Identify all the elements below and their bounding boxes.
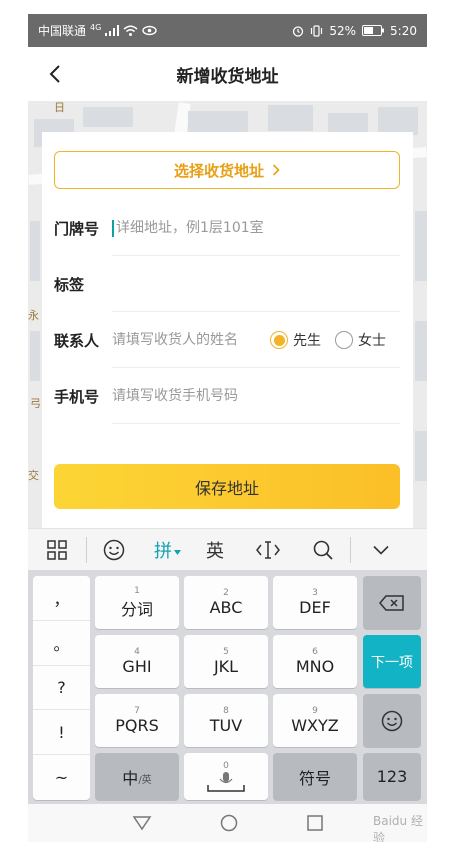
- punct-key[interactable]: 。: [33, 621, 90, 666]
- key-1[interactable]: 1 分词: [95, 576, 179, 629]
- alarm-icon: [293, 25, 304, 37]
- map-label: 弓: [30, 397, 41, 410]
- carrier-name: 中国联通: [38, 24, 87, 38]
- search-button[interactable]: [300, 529, 345, 571]
- gender-male-label: 先生: [293, 333, 321, 349]
- key-8[interactable]: 8 TUV: [184, 694, 268, 747]
- contact-row: 联系人 先生 女士: [54, 312, 400, 368]
- phone-screen: 中国联通 4G 52% 5:20 新增收货地址 日 永 弓 交 选择收货地址 门…: [28, 14, 427, 842]
- keyboard: ， 。 ? ! ~ 1 分词 2 ABC 3 DEF 4 GHI 5 JKL 6…: [28, 570, 427, 804]
- system-nav-bar: [28, 804, 427, 842]
- gender-female-label: 女士: [358, 333, 386, 349]
- numbers-key[interactable]: 123: [363, 753, 421, 800]
- phone-input[interactable]: [112, 388, 352, 404]
- key-4[interactable]: 4 GHI: [95, 635, 179, 688]
- watermark: Baidu 经验: [373, 814, 423, 842]
- page-title: 新增收货地址: [176, 66, 279, 87]
- key-7[interactable]: 7 PQRS: [95, 694, 179, 747]
- vibrate-icon: [311, 24, 323, 37]
- chevron-right-icon: [272, 164, 280, 176]
- emoji-key[interactable]: [363, 694, 421, 747]
- emoji-button[interactable]: [87, 529, 140, 571]
- lang-switch-sub: /英: [138, 775, 152, 786]
- punct-key[interactable]: ，: [33, 576, 90, 621]
- door-number-input[interactable]: [116, 220, 356, 236]
- key-2[interactable]: 2 ABC: [184, 576, 268, 629]
- gender-female-radio[interactable]: 女士: [335, 330, 386, 350]
- map-label: 永: [28, 309, 39, 322]
- punct-key[interactable]: !: [33, 710, 90, 756]
- tag-row: 标签: [54, 256, 400, 312]
- gender-male-radio[interactable]: 先生: [270, 330, 321, 350]
- pinyin-mode-button[interactable]: 拼: [140, 529, 195, 571]
- select-address-label: 选择收货地址: [173, 161, 264, 180]
- door-number-label: 门牌号: [54, 219, 100, 238]
- emoji-icon: [381, 710, 403, 731]
- eye-icon: [142, 25, 158, 36]
- title-bar: 新增收货地址: [28, 47, 427, 101]
- keyboard-toolbar: 拼 英: [28, 528, 427, 570]
- english-mode-button[interactable]: 英: [195, 529, 235, 571]
- chevron-down-icon: [373, 545, 389, 555]
- grid-icon: [47, 539, 67, 560]
- phone-label: 手机号: [54, 387, 100, 406]
- battery-icon: [362, 25, 385, 36]
- backspace-icon: [379, 594, 404, 611]
- network-type: 4G: [90, 23, 102, 32]
- pinyin-label: 拼: [154, 540, 172, 562]
- space-key[interactable]: 0: [184, 753, 268, 800]
- signal-icon: [105, 25, 120, 36]
- home-circle-icon[interactable]: [220, 814, 238, 832]
- symbols-key[interactable]: 符号: [273, 753, 357, 800]
- search-icon: [313, 540, 333, 560]
- recents-square-icon[interactable]: [307, 815, 323, 831]
- save-address-button[interactable]: 保存地址: [54, 464, 400, 509]
- punct-key[interactable]: ~: [33, 755, 90, 800]
- key-3[interactable]: 3 DEF: [273, 576, 357, 629]
- cursor-move-icon: [255, 540, 280, 559]
- key-5[interactable]: 5 JKL: [184, 635, 268, 688]
- triangle-down-icon: [174, 550, 181, 555]
- lang-switch-key[interactable]: 中 /英: [95, 753, 179, 800]
- chevron-left-icon: [49, 65, 60, 83]
- back-triangle-icon[interactable]: [132, 815, 152, 831]
- address-form-card: 选择收货地址 门牌号 标签 联系人 先生 女士: [42, 132, 413, 542]
- cursor-move-button[interactable]: [235, 529, 300, 571]
- battery-percent: 52%: [329, 23, 357, 38]
- next-field-key[interactable]: 下一项: [363, 635, 421, 688]
- apps-grid-button[interactable]: [28, 529, 86, 571]
- key-6[interactable]: 6 MNO: [273, 635, 357, 688]
- microphone-icon: [207, 771, 245, 792]
- map-label: 日: [54, 101, 65, 114]
- backspace-key[interactable]: [363, 576, 421, 629]
- punctuation-column: ， 。 ? ! ~: [33, 576, 90, 800]
- emoji-icon: [103, 539, 124, 560]
- tag-label: 标签: [54, 275, 85, 294]
- key-9[interactable]: 9 WXYZ: [273, 694, 357, 747]
- status-bar: 中国联通 4G 52% 5:20: [28, 14, 427, 47]
- punct-key[interactable]: ?: [33, 666, 90, 711]
- map-label: 交: [28, 469, 39, 482]
- collapse-keyboard-button[interactable]: [351, 529, 411, 571]
- text-cursor: [112, 219, 114, 237]
- clock: 5:20: [390, 23, 417, 38]
- radio-selected-dot: [273, 334, 285, 346]
- wifi-icon: [123, 25, 138, 36]
- contact-name-input[interactable]: [112, 332, 262, 348]
- phone-row: 手机号: [54, 368, 400, 424]
- contact-label: 联系人: [54, 331, 100, 350]
- door-number-row: 门牌号: [54, 200, 400, 256]
- lang-switch-label: 中: [122, 768, 139, 788]
- back-button[interactable]: [44, 61, 68, 87]
- select-address-button[interactable]: 选择收货地址: [54, 151, 400, 189]
